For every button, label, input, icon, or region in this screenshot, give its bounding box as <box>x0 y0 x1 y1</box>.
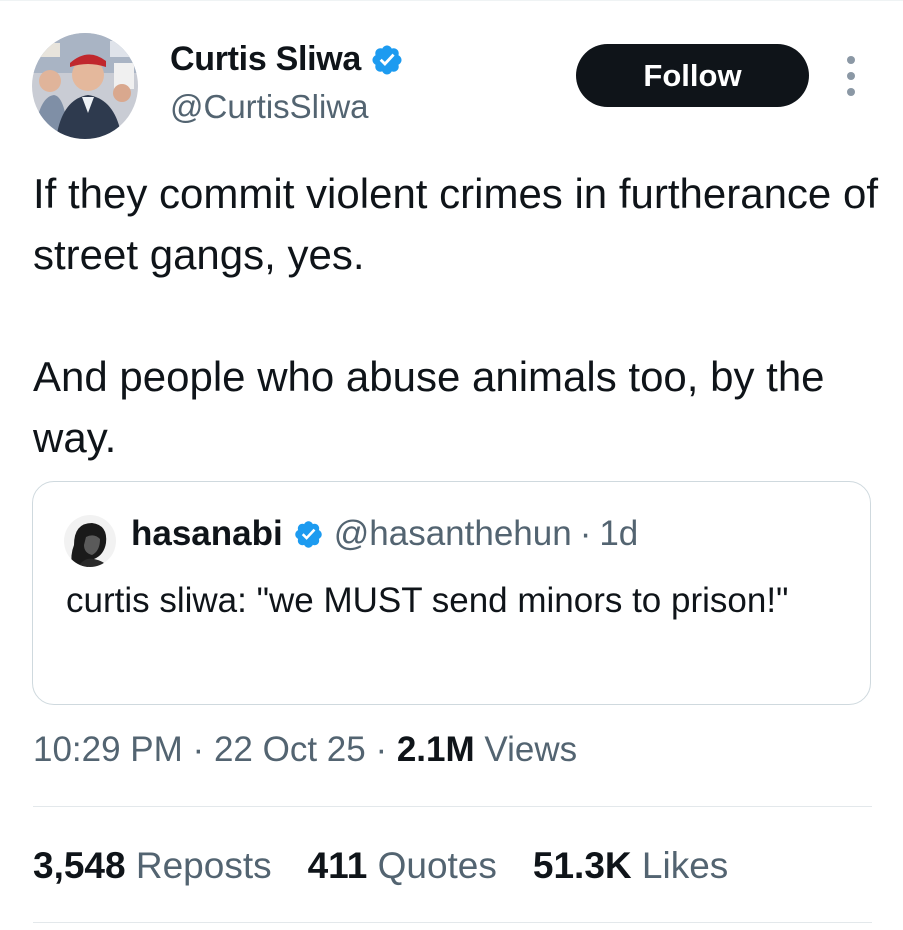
author-name[interactable]: Curtis Sliwa <box>170 40 404 79</box>
divider <box>33 922 872 923</box>
tweet-date[interactable]: 22 Oct 25 <box>214 730 366 769</box>
more-dot <box>847 72 855 80</box>
tweet-text: If they commit violent crimes in further… <box>33 170 878 461</box>
more-dot <box>847 88 855 96</box>
dot-separator: · <box>375 730 388 769</box>
tweet-time[interactable]: 10:29 PM <box>33 730 183 769</box>
quoted-author-name[interactable]: hasanabi <box>131 514 283 554</box>
reposts-count: 3,548 <box>33 845 126 886</box>
reposts-label: Reposts <box>135 845 272 886</box>
verified-badge-icon[interactable] <box>370 43 404 77</box>
quoted-author-avatar[interactable] <box>64 515 116 567</box>
author-handle[interactable]: @CurtisSliwa <box>170 88 369 126</box>
top-divider <box>0 0 903 1</box>
quoted-tweet-card[interactable]: hasanabi @hasanthehun · 1d curtis sliwa:… <box>32 481 871 705</box>
quoted-author-handle[interactable]: @hasanthehun <box>334 514 572 554</box>
quoted-timestamp[interactable]: 1d <box>599 514 638 554</box>
views-count: 2.1M <box>396 730 475 769</box>
quotes-stat[interactable]: 411 Quotes <box>308 845 497 887</box>
quotes-label: Quotes <box>377 845 497 886</box>
dot-separator: · <box>192 730 205 769</box>
author-avatar[interactable] <box>32 33 138 139</box>
divider <box>33 806 872 807</box>
views-label: Views <box>484 730 578 769</box>
likes-stat[interactable]: 51.3K Likes <box>533 845 728 887</box>
likes-count: 51.3K <box>532 845 632 886</box>
engagement-stats: 3,548 Reposts 411 Quotes 51.3K Likes <box>33 845 764 887</box>
dot-separator: · <box>579 514 592 553</box>
more-dot <box>847 56 855 64</box>
reposts-stat[interactable]: 3,548 Reposts <box>33 845 272 887</box>
more-options-icon[interactable] <box>838 56 864 96</box>
tweet-meta: 10:29 PM · 22 Oct 25 · 2.1M Views <box>33 730 577 770</box>
author-name-text: Curtis Sliwa <box>170 40 362 78</box>
follow-button[interactable]: Follow <box>576 44 809 107</box>
quoted-tweet-text: curtis sliwa: "we MUST send minors to pr… <box>66 581 789 620</box>
quoted-header: hasanabi @hasanthehun · 1d <box>131 514 638 554</box>
likes-label: Likes <box>641 845 729 886</box>
quotes-count: 411 <box>307 845 368 886</box>
verified-badge-icon[interactable] <box>293 519 324 550</box>
